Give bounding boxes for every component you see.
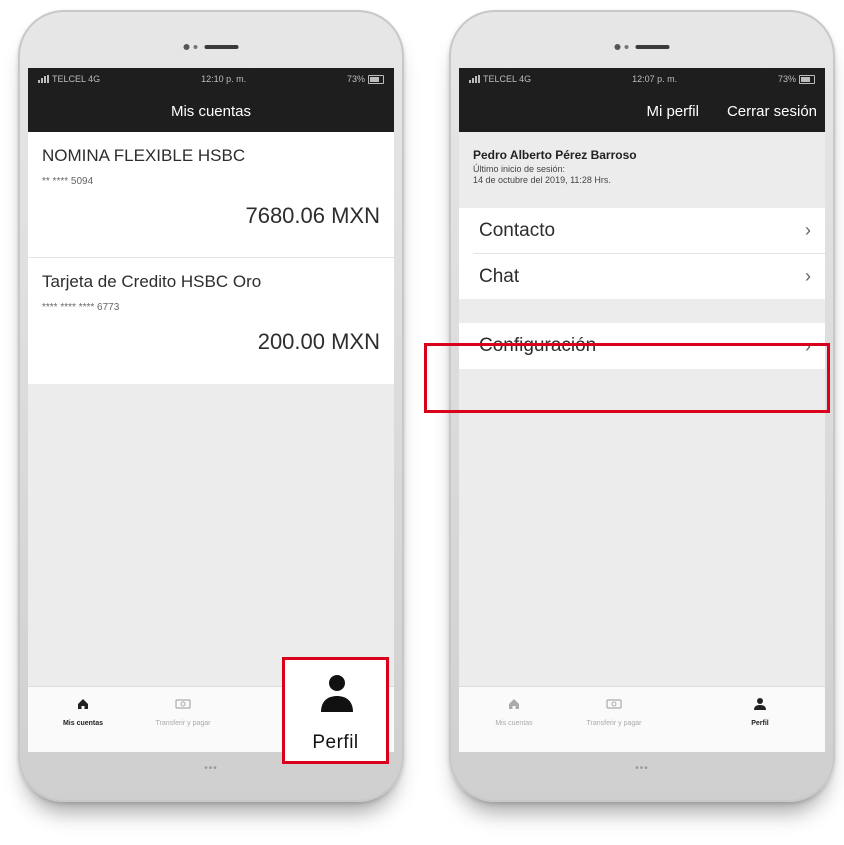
menu-item-chat[interactable]: Chat › [459,254,825,299]
battery-percent: 73% [346,73,365,84]
battery-icon [798,75,815,85]
user-icon [754,698,766,710]
tab-mis-cuentas[interactable]: Mis cuentas [459,697,569,727]
tab-perfil[interactable]: Perfil [705,697,815,727]
home-icon [509,699,519,709]
chevron-right-icon: › [805,266,811,286]
clock: 12:10 p. m. [201,74,247,84]
account-name: NOMINA FLEXIBLE HSBC [42,146,246,165]
screen-mis-cuentas: TELCEL 4G 12:10 p. m. 73% Mis cuentas NO… [28,68,394,752]
tab-transferir-y-pagar[interactable]: Transferir y pagar [559,697,669,727]
logout-button[interactable]: Cerrar sesión [727,103,817,120]
tab-mis-cuentas[interactable]: Mis cuentas [28,697,138,727]
carrier-label: TELCEL 4G [483,74,532,84]
user-icon [321,675,353,712]
tab-label: Mis cuentas [62,720,104,727]
account-balance: 7680.06 MXN [245,203,380,228]
transfer-icon [175,699,191,709]
account-number: ** **** 5094 [42,176,94,187]
status-bar: TELCEL 4G 12:07 p. m. 73% [459,68,825,90]
perfil-label: Perfil [312,732,359,753]
configuracion-highlight [424,343,830,413]
menu-item-contacto[interactable]: Contacto › [459,208,825,253]
page-title: Mis cuentas [170,102,252,120]
tab-bar: Mis cuentas Transferir y pagar Perfil [459,686,825,752]
battery-icon [367,75,384,85]
account-number: **** **** **** 6773 [42,302,120,313]
profile-menu-group: Contacto › Chat › [459,208,825,299]
home-indicator: ••• [635,763,649,774]
accounts-list: NOMINA FLEXIBLE HSBC ** **** 5094 7680.0… [28,132,394,384]
phone-speaker [614,44,670,50]
user-name: Pedro Alberto Pérez Barroso [473,148,637,162]
tab-label: Transferir y pagar [586,720,642,727]
nav-bar: Mi perfil Cerrar sesión [459,90,825,132]
last-login-value: 14 de octubre del 2019, 11:28 Hrs. [473,175,611,185]
transfer-icon [606,699,622,709]
phone-speaker [183,44,239,50]
home-indicator: ••• [204,763,218,774]
nav-bar: Mis cuentas [28,90,394,132]
account-balance: 200.00 MXN [257,329,380,354]
tab-label: Mis cuentas [495,720,533,727]
tab-transferir-y-pagar[interactable]: Transferir y pagar [128,697,238,727]
signal-icon [38,75,49,83]
user-info: Pedro Alberto Pérez Barroso Último inici… [459,132,825,208]
account-item[interactable]: Tarjeta de Credito HSBC Oro **** **** **… [28,258,394,384]
carrier-label: TELCEL 4G [52,74,101,84]
menu-item-label: Chat [479,265,520,287]
account-name: Tarjeta de Credito HSBC Oro [42,272,262,291]
account-item[interactable]: NOMINA FLEXIBLE HSBC ** **** 5094 7680.0… [28,132,394,258]
page-title: Mi perfil [646,102,699,120]
status-bar: TELCEL 4G 12:10 p. m. 73% [28,68,394,90]
battery-percent: 73% [777,73,796,84]
tab-label: Perfil [751,720,769,727]
clock: 12:07 p. m. [632,74,678,84]
tab-label: Transferir y pagar [155,720,211,727]
menu-item-label: Contacto [479,219,556,241]
chevron-right-icon: › [805,220,811,240]
home-icon [78,699,88,709]
perfil-tab-highlight[interactable]: Perfil [282,657,389,764]
last-login-label: Último inicio de sesión: [473,164,566,174]
signal-icon [469,75,480,83]
